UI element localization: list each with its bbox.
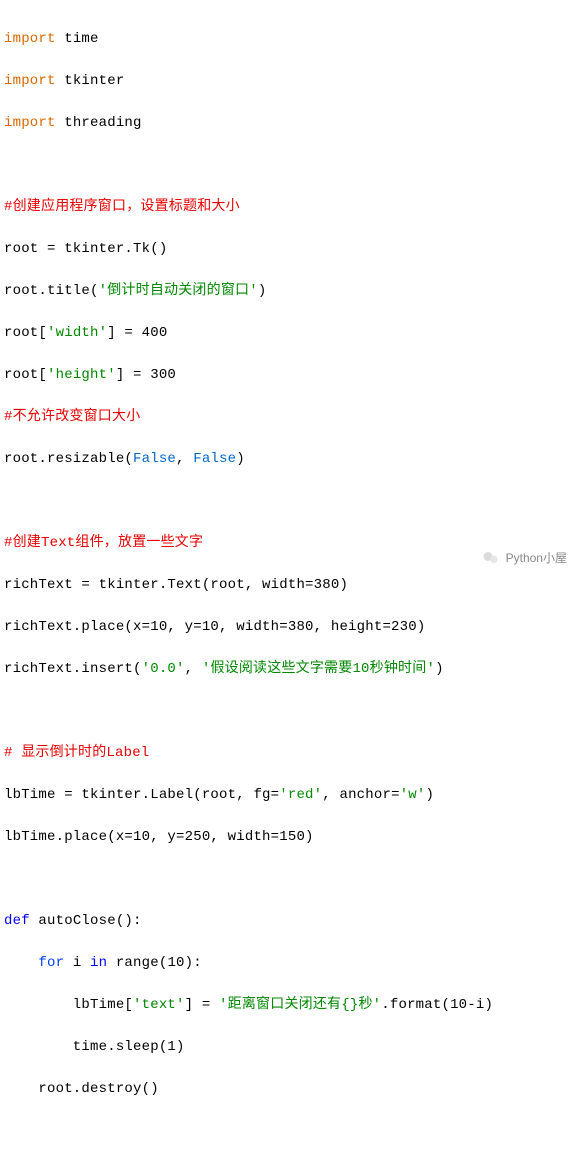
code-line: for i in range(10): (4, 953, 581, 974)
code-text: root.resizable( (4, 451, 133, 467)
code-line: import tkinter (4, 71, 581, 92)
code-line: time.sleep(1) (4, 1037, 581, 1058)
code-text: lbTime[ (4, 997, 133, 1013)
keyword-def: def (4, 913, 30, 929)
wechat-icon (482, 549, 500, 567)
code-text: root.title( (4, 283, 99, 299)
string-literal: 'width' (47, 325, 107, 341)
code-line: root.destroy() (4, 1079, 581, 1100)
comment: #不允许改变窗口大小 (4, 407, 581, 428)
parens: ) (435, 661, 444, 677)
parens: ) (258, 283, 267, 299)
blank-line (4, 869, 581, 890)
code-line: import time (4, 29, 581, 50)
code-text: ] = 400 (107, 325, 167, 341)
keyword-import: import (4, 31, 56, 47)
parens: ) (426, 787, 435, 803)
code-line: root.title('倒计时自动关闭的窗口') (4, 281, 581, 302)
code-line: richText.place(x=10, y=10, width=380, he… (4, 617, 581, 638)
code-block: import time import tkinter import thread… (0, 0, 585, 1162)
code-text: .format(10-i) (381, 997, 493, 1013)
string-literal: '倒计时自动关闭的窗口' (99, 283, 258, 299)
code-line: root = tkinter.Tk() (4, 239, 581, 260)
code-text: root = tkinter.Tk (4, 241, 150, 257)
watermark-text: Python小屋 (506, 549, 567, 567)
string-literal: '假设阅读这些文字需要10秒钟时间' (202, 661, 435, 677)
func-name: autoClose(): (30, 913, 142, 929)
blank-line (4, 155, 581, 176)
keyword-false: False (133, 451, 176, 467)
code-line: lbTime['text'] = '距离窗口关闭还有{}秒'.format(10… (4, 995, 581, 1016)
keyword-for: for (38, 955, 64, 971)
keyword-import: import (4, 115, 56, 131)
parens: ) (236, 451, 245, 467)
comment: # 显示倒计时的Label (4, 743, 581, 764)
code-line: richText.insert('0.0', '假设阅读这些文字需要10秒钟时间… (4, 659, 581, 680)
code-text: ] = 300 (116, 367, 176, 383)
module-name: threading (64, 115, 141, 131)
code-line: root['width'] = 400 (4, 323, 581, 344)
loop-var: i (64, 955, 90, 971)
code-text: range(10): (107, 955, 202, 971)
code-line: lbTime.place(x=10, y=250, width=150) (4, 827, 581, 848)
watermark: Python小屋 (482, 549, 567, 567)
module-name: tkinter (64, 73, 124, 89)
code-text: root[ (4, 367, 47, 383)
parens: () (150, 241, 167, 257)
keyword-false: False (193, 451, 236, 467)
blank-line (4, 491, 581, 512)
comma: , (185, 661, 202, 677)
code-line: root.resizable(False, False) (4, 449, 581, 470)
keyword-in: in (90, 955, 107, 971)
code-text: lbTime = tkinter.Label(root, fg= (4, 787, 279, 803)
code-line: richText = tkinter.Text(root, width=380) (4, 575, 581, 596)
string-literal: 'red' (279, 787, 322, 803)
code-text: richText.insert( (4, 661, 142, 677)
comma: , (176, 451, 193, 467)
code-text: root[ (4, 325, 47, 341)
keyword-import: import (4, 73, 56, 89)
blank-line (4, 1121, 581, 1142)
code-line: lbTime = tkinter.Label(root, fg='red', a… (4, 785, 581, 806)
string-literal: 'w' (400, 787, 426, 803)
code-line: root['height'] = 300 (4, 365, 581, 386)
comment: #创建应用程序窗口，设置标题和大小 (4, 197, 581, 218)
string-literal: '距离窗口关闭还有{}秒' (219, 997, 381, 1013)
code-line: import threading (4, 113, 581, 134)
code-text: ] = (185, 997, 219, 1013)
string-literal: '0.0' (142, 661, 185, 677)
code-text: , anchor= (322, 787, 399, 803)
blank-line (4, 701, 581, 722)
string-literal: 'height' (47, 367, 116, 383)
code-line: def autoClose(): (4, 911, 581, 932)
module-name: time (64, 31, 98, 47)
string-literal: 'text' (133, 997, 185, 1013)
